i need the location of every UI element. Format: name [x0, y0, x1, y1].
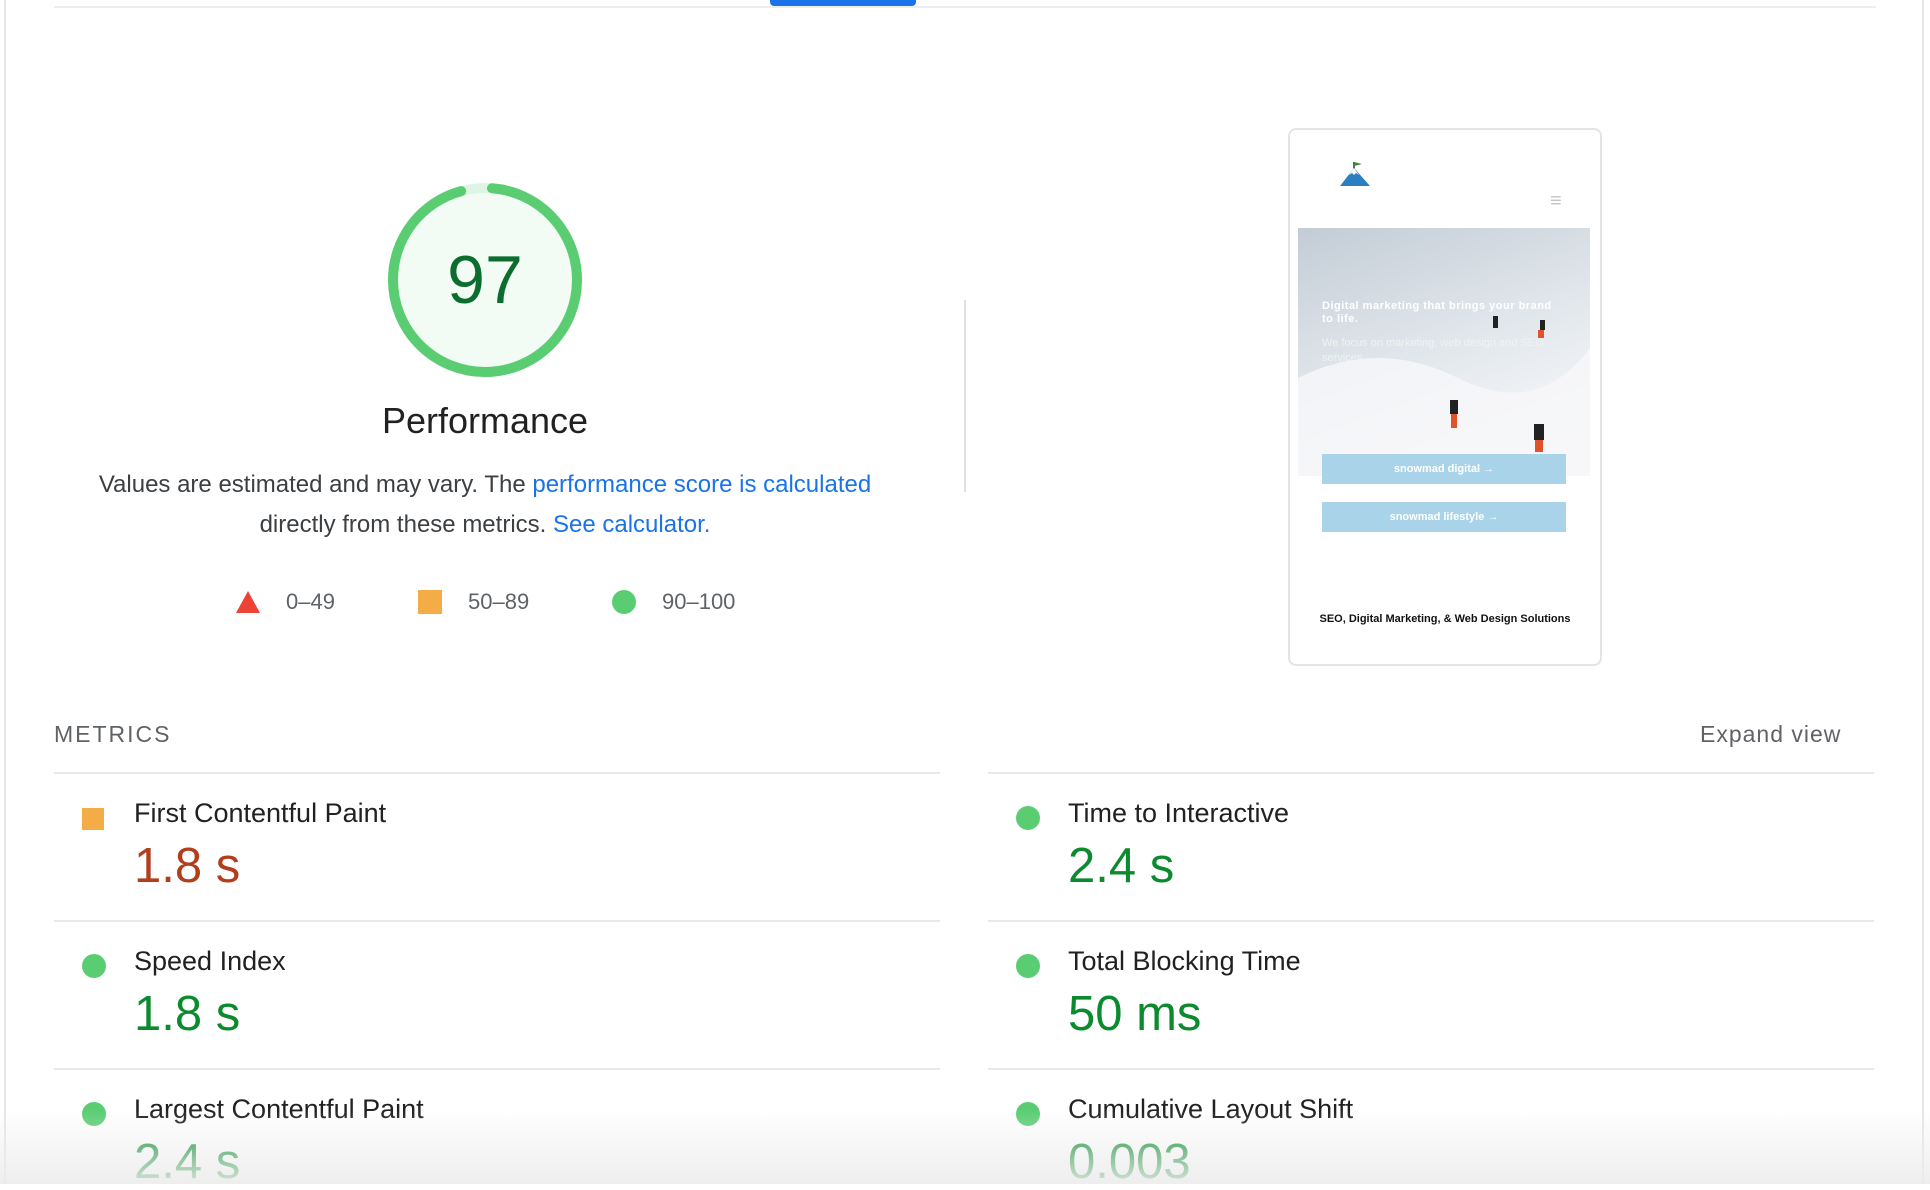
window-left-border	[4, 0, 6, 1184]
metric-largest-contentful-paint: Largest Contentful Paint 2.4 s	[54, 1068, 940, 1189]
metric-value: 1.8 s	[134, 987, 241, 1041]
metric-time-to-interactive: Time to Interactive 2.4 s	[988, 772, 1874, 922]
circle-icon	[612, 590, 636, 614]
legend-range-pass: 90–100	[662, 589, 736, 614]
metric-label: Speed Index	[134, 946, 286, 976]
metric-value: 50 ms	[1068, 987, 1202, 1041]
see-calculator-link[interactable]: See calculator.	[553, 511, 710, 538]
legend-pass: 90–100	[612, 586, 735, 618]
metric-value: 1.8 s	[134, 839, 241, 893]
description-text-middle: directly from these metrics.	[259, 511, 553, 538]
metric-first-contentful-paint: First Contentful Paint 1.8 s	[54, 772, 940, 922]
pass-circle-icon	[1016, 954, 1040, 978]
pass-circle-icon	[82, 954, 106, 978]
legend-range-fail: 0–49	[286, 589, 335, 614]
description-text-before: Values are estimated and may vary. The	[98, 471, 533, 498]
metric-speed-index: Speed Index 1.8 s	[54, 920, 940, 1070]
vertical-divider	[964, 300, 966, 492]
metric-value: 2.4 s	[134, 1135, 241, 1189]
metric-label: Time to Interactive	[1068, 798, 1290, 828]
performance-score-link[interactable]: performance score is calculated	[532, 471, 871, 498]
performance-score: 97	[447, 242, 523, 318]
metric-value: 0.003	[1068, 1135, 1191, 1189]
score-description: Values are estimated and may vary. The p…	[60, 465, 910, 545]
mountain-logo-icon	[1338, 160, 1372, 193]
preview-hero-image: Digital marketing that brings your brand…	[1298, 228, 1590, 476]
preview-footer-title: SEO, Digital Marketing, & Web Design Sol…	[1319, 613, 1571, 625]
expand-view-button[interactable]: Expand view	[1700, 721, 1841, 748]
preview-button-digital: snowmad digital →	[1322, 454, 1566, 484]
preview-button-lifestyle: snowmad lifestyle →	[1322, 502, 1566, 532]
metric-label: Largest Contentful Paint	[134, 1094, 424, 1124]
metric-label: First Contentful Paint	[134, 798, 387, 828]
metric-value: 2.4 s	[1068, 839, 1175, 893]
metric-label: Total Blocking Time	[1068, 946, 1301, 976]
metric-total-blocking-time: Total Blocking Time 50 ms	[988, 920, 1874, 1070]
window-right-border	[1922, 0, 1924, 1184]
average-square-icon	[82, 808, 104, 830]
pass-circle-icon	[1016, 1102, 1040, 1126]
preview-subtext: We focus on marketing, web design and SE…	[1322, 337, 1544, 364]
triangle-icon	[236, 591, 260, 613]
preview-headline: Digital marketing that brings your brand…	[1322, 300, 1552, 325]
hamburger-menu-icon: ≡	[1550, 190, 1562, 212]
pass-circle-icon	[1016, 806, 1040, 830]
active-tab-indicator[interactable]	[770, 0, 916, 6]
performance-gauge: 97	[385, 180, 585, 380]
metrics-section-title: METRICS	[54, 721, 172, 747]
metric-label: Cumulative Layout Shift	[1068, 1094, 1354, 1124]
legend-fail: 0–49	[236, 586, 335, 618]
gauge-title: Performance	[381, 400, 589, 441]
legend-average: 50–89	[418, 586, 529, 618]
legend-range-average: 50–89	[468, 589, 530, 614]
pass-circle-icon	[82, 1102, 106, 1126]
square-icon	[418, 590, 442, 614]
page-screenshot-preview[interactable]: ≡ Digital marketing that brings your bra…	[1288, 128, 1602, 666]
tab-bar-divider	[54, 6, 1876, 8]
metric-cumulative-layout-shift: Cumulative Layout Shift 0.003	[988, 1068, 1874, 1189]
